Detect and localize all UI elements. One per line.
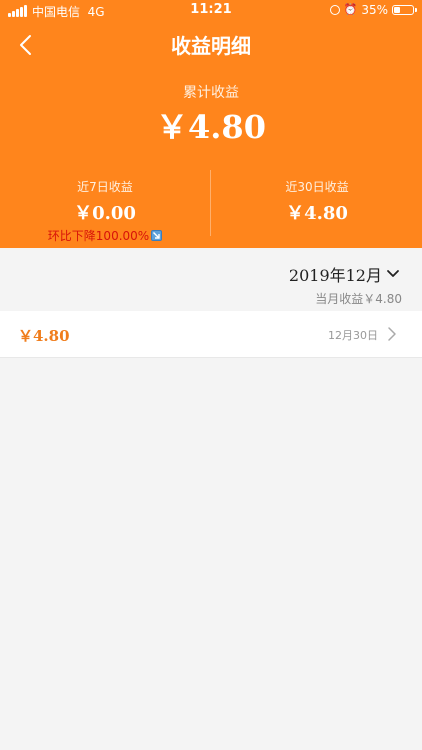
battery-fill: [394, 7, 400, 13]
last7-change-text: 环比下降100.00%: [47, 229, 150, 243]
item-date: 12月30日: [328, 329, 378, 342]
item-amount: ￥4.80: [18, 327, 70, 345]
decrease-arrow-icon: [151, 230, 163, 241]
battery-percent: 35%: [361, 3, 388, 17]
rotation-lock-icon: [329, 5, 340, 15]
stat-divider: [210, 170, 211, 236]
chevron-right-icon: [388, 327, 396, 341]
status-bar: 中国电信 4G 11:21 ⏰ 35%: [0, 0, 422, 22]
earnings-detail-page: 中国电信 4G 11:21 ⏰ 35% 收益明细 累计收益 ￥4.80 近7日收…: [0, 0, 422, 750]
page-title: 收益明细: [171, 34, 251, 58]
last7-change: 环比下降100.00%: [0, 227, 210, 244]
last30-label: 近30日收益: [285, 180, 349, 194]
status-right: ⏰ 35%: [329, 3, 417, 17]
last7-value: ￥0.00: [74, 203, 136, 224]
alarm-icon: ⏰: [343, 3, 358, 16]
header-panel: 中国电信 4G 11:21 ⏰ 35% 收益明细 累计收益 ￥4.80 近7日收…: [0, 0, 422, 248]
last30-value: ￥4.80: [286, 203, 348, 224]
list-item[interactable]: ￥4.80 12月30日: [0, 311, 422, 358]
selected-month: 2019年12月: [288, 266, 382, 285]
total-earnings-value: ￥4.80: [156, 108, 266, 146]
month-selector[interactable]: 2019年12月: [289, 262, 400, 286]
last30-stat: 近30日收益 ￥4.80: [212, 178, 422, 225]
battery-icon: [392, 5, 417, 15]
last7-label: 近7日收益: [77, 180, 133, 194]
chevron-down-icon: [387, 270, 399, 277]
last7-stat: 近7日收益 ￥0.00 环比下降100.00%: [0, 178, 210, 244]
month-total: 当月收益￥4.80: [315, 292, 402, 306]
total-earnings-label: 累计收益: [183, 85, 239, 101]
